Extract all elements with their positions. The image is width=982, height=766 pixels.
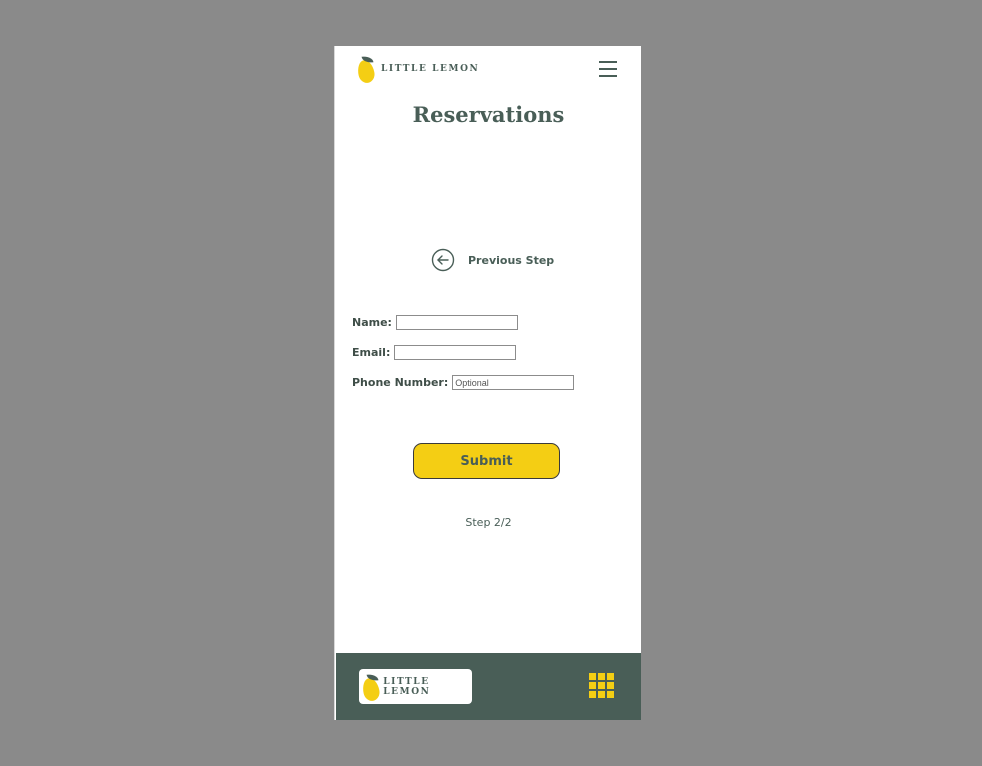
email-row: Email:: [352, 345, 517, 360]
app-screen: LITTLE LEMON Reservations Previous Step …: [334, 46, 641, 720]
phone-field[interactable]: [452, 375, 575, 390]
phone-row: Phone Number:: [352, 375, 575, 390]
grid-menu-icon[interactable]: [589, 673, 614, 698]
email-field[interactable]: [394, 345, 517, 360]
previous-step-button[interactable]: Previous Step: [431, 248, 554, 272]
arrow-left-circle-icon: [431, 248, 455, 272]
lemon-logo-icon: [355, 55, 377, 85]
footer-logo-text: LITTLE LEMON: [383, 676, 431, 697]
header-logo-text: LITTLE LEMON: [381, 64, 480, 74]
phone-label: Phone Number:: [352, 376, 449, 389]
name-label: Name:: [352, 316, 392, 329]
hamburger-menu-icon[interactable]: [599, 61, 617, 77]
footer: LITTLE LEMON: [336, 653, 641, 720]
email-label: Email:: [352, 346, 391, 359]
name-row: Name:: [352, 315, 518, 330]
lemon-logo-icon: [360, 672, 382, 702]
footer-logo[interactable]: LITTLE LEMON: [359, 669, 472, 704]
previous-step-label: Previous Step: [468, 253, 555, 267]
step-indicator: Step 2/2: [465, 516, 512, 529]
header-logo[interactable]: LITTLE LEMON: [355, 54, 480, 85]
name-field[interactable]: [395, 315, 518, 330]
page-title: Reservations: [412, 102, 565, 127]
submit-button[interactable]: Submit: [413, 443, 560, 479]
